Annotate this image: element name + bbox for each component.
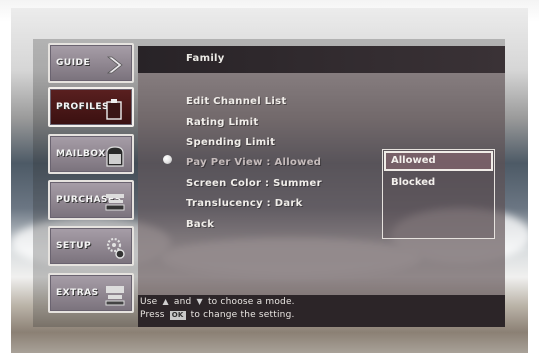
option-allowed[interactable]: Allowed	[391, 155, 436, 166]
option-blocked[interactable]: Blocked	[391, 177, 435, 188]
up-arrow-icon: ▲	[162, 297, 169, 306]
sidebar-item-purchases[interactable]: PURCHASES	[48, 180, 134, 220]
sidebar-item-extras[interactable]: EXTRAS	[48, 273, 134, 313]
mailbox-icon	[106, 146, 124, 167]
down-arrow-icon: ▼	[196, 297, 203, 306]
screen: GUIDE PROFILES MAILBOX PURCHASES SETUP E…	[0, 0, 539, 363]
help-line-1: Use ▲ and ▼ to choose a mode.	[140, 297, 295, 307]
help-choose-text: to choose a mode.	[207, 297, 295, 307]
menu-item-back[interactable]: Back	[186, 219, 214, 230]
menu-item-rating-limit[interactable]: Rating Limit	[186, 117, 258, 128]
extras-icon	[105, 286, 125, 306]
profile-card-icon	[106, 99, 122, 120]
sidebar-item-mailbox[interactable]: MAILBOX	[48, 134, 134, 174]
menu-item-edit-channel-list[interactable]: Edit Channel List	[186, 96, 286, 107]
menu-item-screen-color[interactable]: Screen Color : Summer	[186, 178, 322, 189]
menu-item-translucency[interactable]: Translucency : Dark	[186, 198, 303, 209]
help-change-text: to change the setting.	[190, 310, 295, 320]
help-and-text: and	[173, 297, 192, 307]
sidebar-item-label: SETUP	[56, 241, 92, 251]
setup-gear-icon	[106, 237, 125, 259]
sidebar-item-label: EXTRAS	[56, 288, 99, 298]
sidebar-item-label: MAILBOX	[56, 149, 106, 159]
help-press-text: Press	[140, 310, 165, 320]
sidebar-item-setup[interactable]: SETUP	[48, 226, 134, 266]
sidebar-item-guide[interactable]: GUIDE	[48, 43, 134, 83]
page-title: Family	[186, 53, 225, 64]
menu-item-spending-limit[interactable]: Spending Limit	[186, 137, 275, 148]
sidebar-item-profiles[interactable]: PROFILES	[48, 87, 134, 127]
selection-bullet-icon	[163, 155, 172, 164]
sidebar-item-label: PROFILES	[56, 102, 110, 112]
help-use-text: Use	[140, 297, 158, 307]
help-line-2: Press OK to change the setting.	[140, 310, 295, 320]
ok-key-icon: OK	[169, 311, 186, 320]
sidebar-item-label: GUIDE	[56, 58, 91, 68]
purchases-icon	[105, 194, 125, 211]
menu-item-pay-per-view[interactable]: Pay Per View : Allowed	[186, 157, 321, 168]
chevron-right-icon	[106, 56, 123, 74]
